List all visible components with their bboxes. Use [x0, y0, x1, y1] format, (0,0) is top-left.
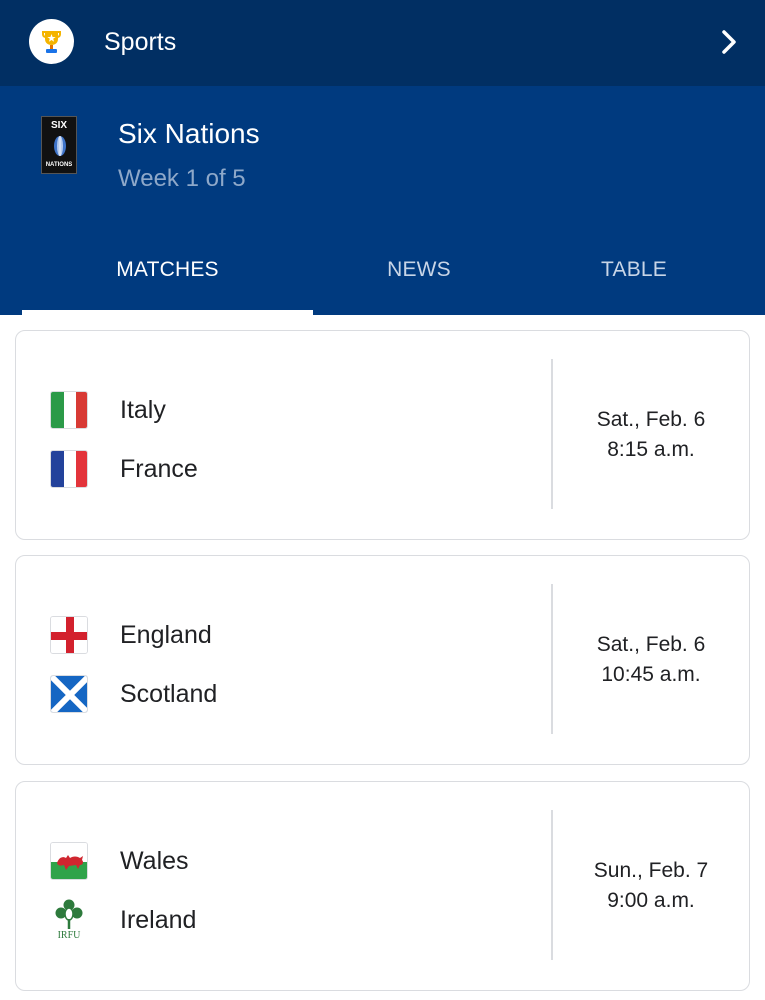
irfu-text: IRFU: [57, 930, 81, 941]
tab-news[interactable]: NEWS: [313, 252, 525, 315]
team-name: England: [120, 621, 212, 649]
match-date: Sat., Feb. 6: [596, 408, 706, 431]
six-nations-logo-icon: SIX NATIONS: [41, 116, 77, 174]
scotland-flag-icon: [50, 675, 88, 713]
league-header: SIX NATIONS Six Nations Week 1 of 5 MATC…: [0, 86, 765, 315]
match-date: Sun., Feb. 7: [593, 859, 709, 882]
tab-matches[interactable]: MATCHES: [22, 252, 313, 315]
match-date: Sat., Feb. 6: [596, 633, 706, 656]
match-time: 10:45 a.m.: [601, 663, 701, 686]
rugby-ball-icon: [54, 136, 66, 156]
league-title: Six Nations: [118, 118, 260, 149]
wales-flag-icon: [50, 842, 88, 880]
irfu-logo-icon: IRFU: [50, 897, 88, 943]
trophy-icon: [29, 19, 74, 64]
sports-header-bar[interactable]: Sports: [0, 0, 765, 86]
tab-bar: MATCHES NEWS TABLE: [0, 252, 765, 315]
team-name: Wales: [120, 847, 189, 875]
team-name: France: [120, 455, 198, 483]
team-name: Italy: [120, 396, 166, 424]
match-time: 9:00 a.m.: [607, 889, 695, 912]
match-card[interactable]: Wales IRFU Ireland Sun., Feb. 7 9:00 a.m…: [15, 781, 750, 991]
chevron-right-icon[interactable]: [716, 28, 742, 56]
england-flag-icon: [50, 616, 88, 654]
section-title: Sports: [104, 28, 177, 56]
match-card[interactable]: England Scotland Sat., Feb. 6 10:45 a.m.: [15, 555, 750, 765]
match-card[interactable]: Italy France Sat., Feb. 6 8:15 a.m.: [15, 330, 750, 540]
tab-table[interactable]: TABLE: [525, 252, 743, 315]
logo-text-top: SIX: [50, 120, 68, 131]
logo-text-bottom: NATIONS: [45, 162, 73, 168]
league-week: Week 1 of 5: [118, 165, 246, 192]
italy-flag-icon: [50, 391, 88, 429]
france-flag-icon: [50, 450, 88, 488]
team-name: Ireland: [120, 906, 197, 934]
active-tab-indicator: [22, 310, 313, 315]
match-time: 8:15 a.m.: [607, 438, 695, 461]
team-name: Scotland: [120, 680, 218, 708]
